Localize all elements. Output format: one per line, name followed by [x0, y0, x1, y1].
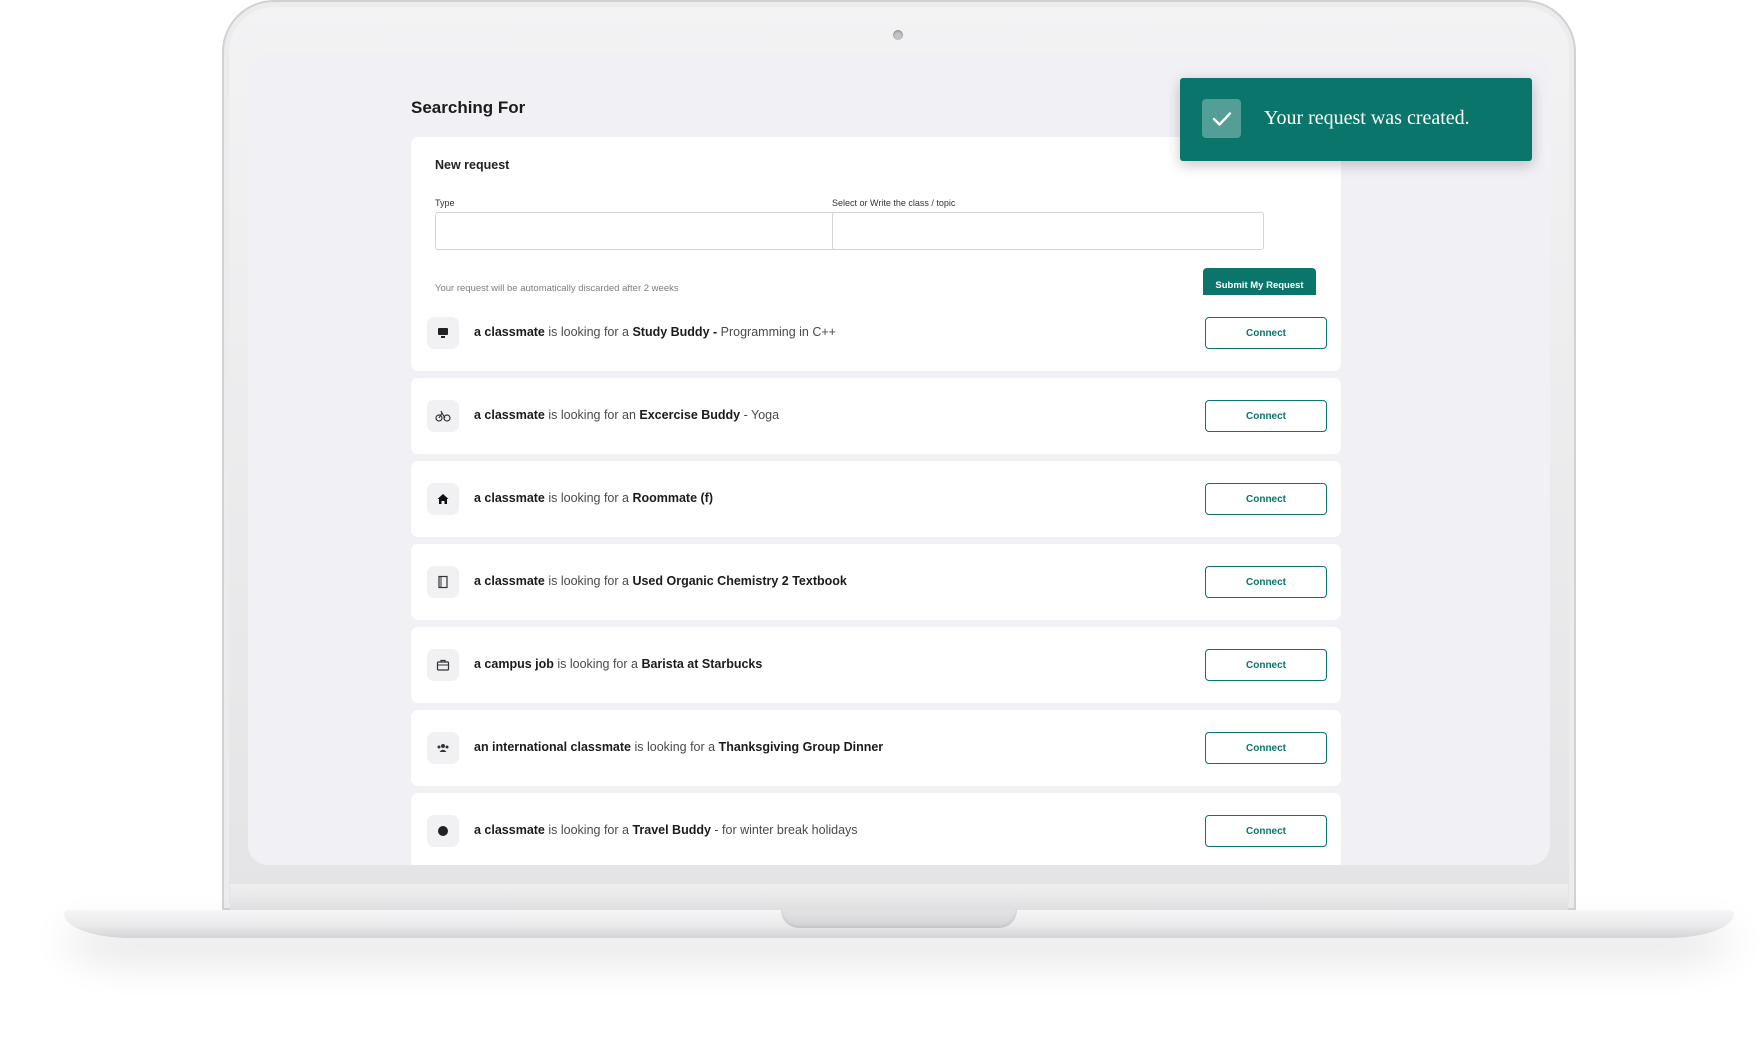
request-verb: is looking for a — [544, 823, 633, 837]
request-text: an international classmate is looking fo… — [474, 740, 883, 754]
connect-button[interactable]: Connect — [1205, 649, 1327, 681]
connect-button[interactable]: Connect — [1205, 483, 1327, 515]
request-who: a classmate — [474, 408, 545, 422]
request-detail: Programming in C++ — [720, 325, 836, 339]
request-what: Travel Buddy — [632, 823, 711, 837]
request-who: a classmate — [474, 325, 545, 339]
topic-label: Select or Write the class / topic — [832, 198, 956, 208]
new-request-heading: New request — [435, 158, 510, 172]
book-icon — [427, 566, 459, 598]
request-row: a classmate is looking for a Used Organi… — [411, 544, 1341, 620]
request-text: a classmate is looking for a Used Organi… — [474, 574, 847, 588]
request-row: an international classmate is looking fo… — [411, 710, 1341, 786]
request-text: a classmate is looking for a Travel Budd… — [474, 823, 858, 837]
request-what: Roommate (f) — [632, 491, 713, 505]
request-who: a classmate — [474, 491, 545, 505]
connect-button[interactable]: Connect — [1205, 317, 1327, 349]
request-what: Thanksgiving Group Dinner — [718, 740, 884, 754]
type-input[interactable] — [435, 212, 867, 250]
request-verb: is looking for a — [544, 574, 633, 588]
request-who: a classmate — [474, 823, 545, 837]
request-verb: is looking for an — [544, 408, 640, 422]
bicycle-icon — [427, 400, 459, 432]
request-who: a campus job — [474, 657, 554, 671]
request-verb: is looking for a — [553, 657, 642, 671]
new-request-card: New request Type Select or Write the cla… — [411, 137, 1341, 321]
laptop-chin — [230, 884, 1568, 910]
request-detail: - for winter break holidays — [710, 823, 858, 837]
page-title: Searching For — [411, 98, 526, 117]
toast-message: Your request was created. — [1264, 107, 1470, 129]
request-row: a classmate is looking for a Roommate (f… — [411, 461, 1341, 537]
laptop-notch — [781, 910, 1017, 928]
monitor-icon — [427, 317, 459, 349]
request-text: a classmate is looking for an Excercise … — [474, 408, 779, 422]
request-what: Used Organic Chemistry 2 Textbook — [632, 574, 847, 588]
check-icon — [1202, 99, 1241, 138]
request-who: a classmate — [474, 574, 545, 588]
request-what: Excercise Buddy — [639, 408, 741, 422]
request-verb: is looking for a — [544, 491, 633, 505]
connect-button[interactable]: Connect — [1205, 400, 1327, 432]
discard-hint: Your request will be automatically disca… — [435, 283, 679, 294]
success-toast: Your request was created. — [1180, 78, 1532, 161]
request-row: a classmate is looking for an Excercise … — [411, 378, 1341, 454]
briefcase-icon — [427, 649, 459, 681]
request-what: Study Buddy - — [632, 325, 721, 339]
request-who: an international classmate — [474, 740, 632, 754]
request-detail: - Yoga — [740, 408, 780, 422]
house-icon — [427, 483, 459, 515]
connect-button[interactable]: Connect — [1205, 732, 1327, 764]
globe-icon — [427, 815, 459, 847]
request-text: a classmate is looking for a Roommate (f… — [474, 491, 713, 505]
request-text: a classmate is looking for a Study Buddy… — [474, 325, 836, 339]
connect-button[interactable]: Connect — [1205, 815, 1327, 847]
request-text: a campus job is looking for a Barista at… — [474, 657, 762, 671]
request-verb: is looking for a — [631, 740, 719, 754]
connect-button[interactable]: Connect — [1205, 566, 1327, 598]
type-label: Type — [435, 198, 455, 208]
camera-dot — [893, 30, 903, 40]
laptop-screen: Searching For New request Type Select or… — [248, 53, 1550, 865]
request-row: a campus job is looking for a Barista at… — [411, 627, 1341, 703]
request-row: a classmate is looking for a Travel Budd… — [411, 793, 1341, 865]
group-icon — [427, 732, 459, 764]
request-row: a classmate is looking for a Study Buddy… — [411, 295, 1341, 371]
topic-input[interactable] — [832, 212, 1264, 250]
request-verb: is looking for a — [544, 325, 633, 339]
request-what: Barista at Starbucks — [641, 657, 763, 671]
